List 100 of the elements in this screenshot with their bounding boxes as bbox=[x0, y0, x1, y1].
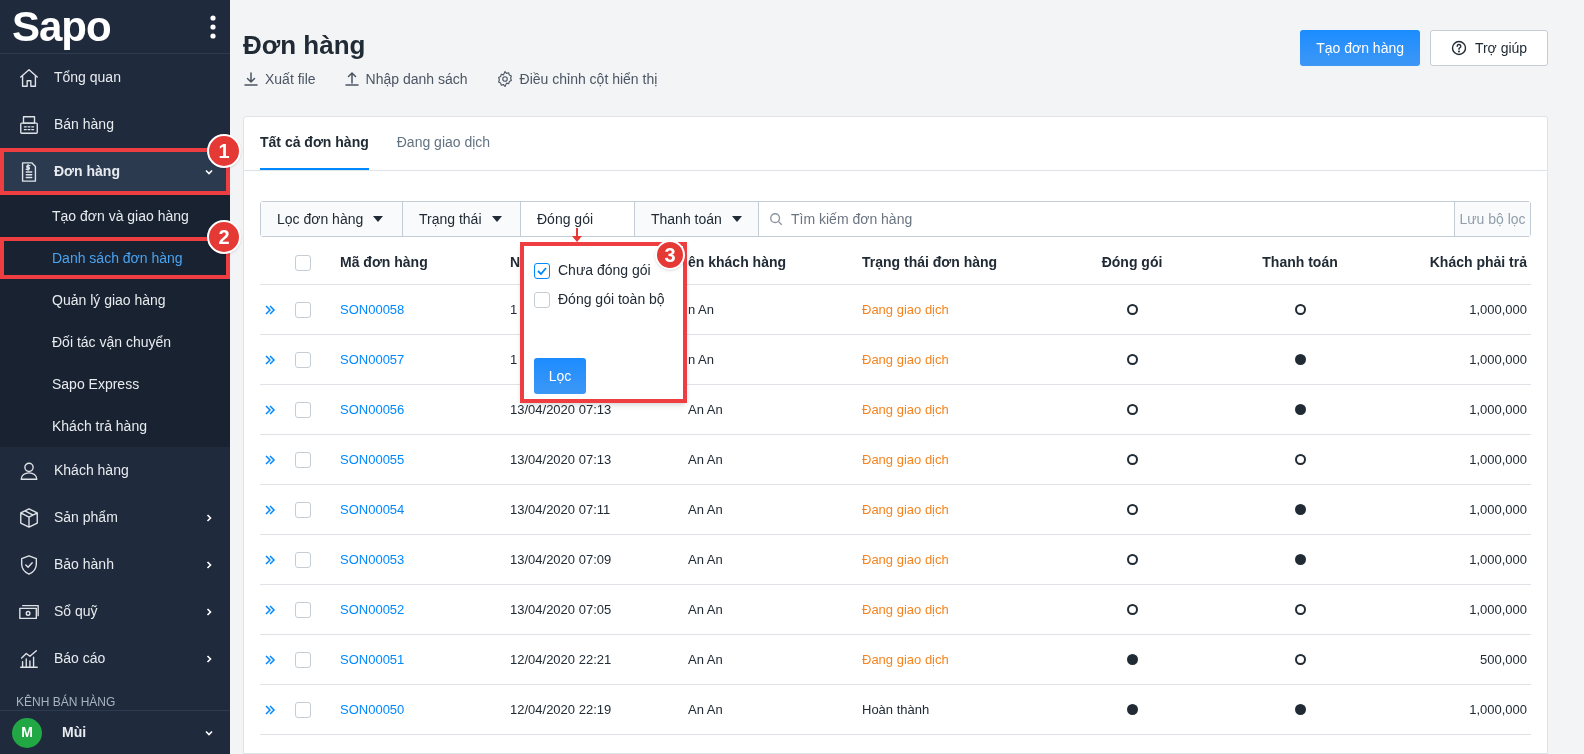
status-text: Hoàn thành bbox=[862, 701, 930, 717]
shield-icon bbox=[18, 553, 40, 576]
order-link[interactable]: SON00053 bbox=[340, 551, 405, 567]
column-header: N bbox=[510, 254, 521, 270]
logo[interactable]: Sapo bbox=[12, 5, 111, 48]
table-cell: 12/04/2020 22:21 bbox=[510, 651, 612, 667]
table-cell: 1,000,000 bbox=[1469, 701, 1527, 717]
table-cell: 1,000,000 bbox=[1469, 401, 1527, 417]
checkbox[interactable] bbox=[295, 651, 311, 668]
chevron-right-icon bbox=[204, 559, 214, 570]
upload-icon bbox=[343, 71, 360, 87]
column-header: Mã đơn hàng bbox=[340, 254, 428, 270]
status-text: Đang giao dịch bbox=[862, 301, 949, 317]
table-cell: 500,000 bbox=[1480, 651, 1527, 667]
table-cell: An An bbox=[688, 501, 723, 517]
order-link[interactable]: SON00054 bbox=[340, 501, 405, 517]
check-icon bbox=[537, 266, 547, 275]
submenu-item[interactable]: Đối tác vận chuyển bbox=[0, 321, 230, 363]
chevron-right-icon bbox=[204, 653, 214, 664]
submenu-item[interactable]: Sapo Express bbox=[0, 363, 230, 405]
checkbox-option[interactable]: Chưa đóng gói bbox=[534, 260, 651, 281]
sidebar-item[interactable]: Sổ quỹ bbox=[0, 588, 230, 635]
checkbox[interactable] bbox=[295, 601, 311, 618]
submenu-item[interactable]: Khách trả hàng bbox=[0, 405, 230, 447]
table-cell: An An bbox=[688, 551, 723, 567]
checkbox[interactable] bbox=[295, 701, 311, 718]
chevron-right-icon bbox=[204, 512, 214, 523]
double-chevron-icon bbox=[264, 303, 276, 316]
submenu-item[interactable]: Quản lý giao hàng bbox=[0, 279, 230, 321]
sidebar-item[interactable]: Sản phẩm bbox=[0, 494, 230, 541]
toolbar-link[interactable]: Điều chỉnh cột hiển thị bbox=[495, 68, 658, 90]
tab[interactable]: Tất cả đơn hàng bbox=[260, 117, 369, 170]
settings-icon bbox=[495, 70, 514, 88]
checkbox[interactable] bbox=[295, 301, 311, 318]
column-header: Đóng gói bbox=[1101, 254, 1163, 270]
table-cell: 1,000,000 bbox=[1469, 351, 1527, 367]
checkbox[interactable] bbox=[534, 262, 550, 279]
table-cell: An An bbox=[688, 651, 723, 667]
column-header: Thanh toán bbox=[1262, 254, 1338, 270]
checkbox[interactable] bbox=[295, 401, 311, 418]
checkbox[interactable] bbox=[534, 291, 550, 308]
order-link[interactable]: SON00050 bbox=[340, 701, 405, 717]
table-cell: 13/04/2020 07:13 bbox=[510, 451, 612, 467]
more-icon bbox=[210, 14, 216, 39]
table-cell: 1,000,000 bbox=[1469, 601, 1527, 617]
double-chevron-icon bbox=[264, 503, 276, 516]
avatar: M bbox=[12, 717, 42, 748]
column-header: ên khách hàng bbox=[688, 254, 787, 270]
order-link[interactable]: SON00055 bbox=[340, 451, 405, 467]
checkbox-option[interactable]: Đóng gói toàn bộ bbox=[534, 289, 665, 310]
checkbox[interactable] bbox=[295, 351, 311, 368]
table-cell: An An bbox=[688, 451, 723, 467]
table-cell: n An bbox=[688, 301, 715, 317]
toolbar-link[interactable]: Nhập danh sách bbox=[343, 68, 468, 90]
cash-register-icon bbox=[18, 113, 40, 136]
order-link[interactable]: SON00057 bbox=[340, 351, 405, 367]
table-cell: 1,000,000 bbox=[1469, 501, 1527, 517]
status-text: Đang giao dịch bbox=[862, 501, 949, 517]
order-link[interactable]: SON00058 bbox=[340, 301, 405, 317]
checkbox[interactable] bbox=[295, 551, 311, 568]
checkbox[interactable] bbox=[295, 501, 311, 518]
table-cell: An An bbox=[688, 401, 723, 417]
tab[interactable]: Đang giao dịch bbox=[396, 117, 491, 170]
double-chevron-icon bbox=[264, 453, 276, 466]
help-button[interactable]: Trợ giúp bbox=[1430, 30, 1548, 66]
table-cell: 13/04/2020 07:13 bbox=[510, 401, 612, 417]
order-link[interactable]: SON00051 bbox=[340, 651, 405, 667]
home-icon bbox=[18, 66, 40, 89]
column-header: Khách phải trả bbox=[1429, 254, 1527, 270]
sidebar-item[interactable]: Bảo hành bbox=[0, 541, 230, 588]
sidebar-item[interactable]: Khách hàng bbox=[0, 447, 230, 494]
status-text: Đang giao dịch bbox=[862, 551, 949, 567]
column-header: Trạng thái đơn hàng bbox=[862, 254, 998, 270]
section-title: KÊNH BÁN HÀNG bbox=[16, 694, 116, 708]
table-cell: 13/04/2020 07:05 bbox=[510, 601, 612, 617]
download-icon bbox=[243, 71, 259, 87]
user-name: Mùi bbox=[62, 723, 88, 742]
sidebar-item[interactable]: Tổng quan bbox=[0, 54, 230, 101]
step-badge: 2 bbox=[207, 220, 241, 254]
help-icon bbox=[1450, 40, 1467, 56]
table-cell: 1,000,000 bbox=[1469, 301, 1527, 317]
box-icon bbox=[18, 506, 40, 529]
page-title: Đơn hàng bbox=[243, 29, 367, 62]
status-text: Đang giao dịch bbox=[862, 451, 949, 467]
table-cell: 13/04/2020 07:11 bbox=[510, 501, 611, 517]
order-link[interactable]: SON00052 bbox=[340, 601, 405, 617]
status-text: Đang giao dịch bbox=[862, 601, 949, 617]
table-cell: An An bbox=[688, 601, 723, 617]
double-chevron-icon bbox=[264, 353, 276, 366]
table-cell: 1,000,000 bbox=[1469, 551, 1527, 567]
checkbox[interactable] bbox=[295, 451, 311, 468]
toolbar-link[interactable]: Xuất file bbox=[243, 68, 316, 90]
status-text: Đang giao dịch bbox=[862, 651, 949, 667]
table-cell: 1 bbox=[510, 351, 518, 367]
table-cell: 12/04/2020 22:19 bbox=[510, 701, 612, 717]
checkbox[interactable] bbox=[295, 254, 311, 271]
order-link[interactable]: SON00056 bbox=[340, 401, 405, 417]
sidebar-item[interactable]: Báo cáo bbox=[0, 635, 230, 682]
table-cell: 1,000,000 bbox=[1469, 451, 1527, 467]
double-chevron-icon bbox=[264, 703, 276, 716]
